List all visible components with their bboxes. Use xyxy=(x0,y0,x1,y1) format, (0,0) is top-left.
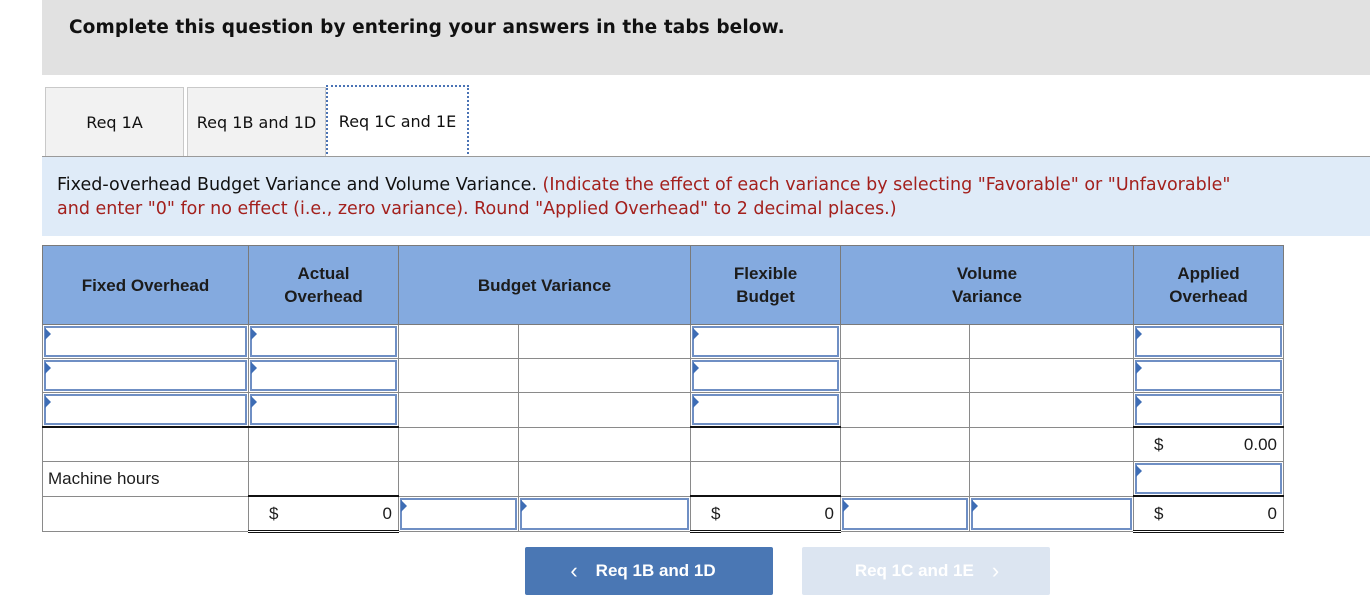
applied-overhead-input[interactable] xyxy=(1135,326,1282,357)
banner-text: Complete this question by entering your … xyxy=(69,17,785,38)
applied-overhead-total: $ 0 xyxy=(1133,495,1284,533)
table-row: $ 0.00 xyxy=(42,426,1284,462)
actual-overhead-total: $ 0 xyxy=(248,495,399,533)
tab-req-1c-1e[interactable]: Req 1C and 1E xyxy=(326,85,469,158)
applied-overhead-subtotal: $ 0.00 xyxy=(1133,426,1284,462)
table-row xyxy=(42,358,1284,393)
instructions-note-2: and enter "0" for no effect (i.e., zero … xyxy=(57,199,897,219)
instructions-title: Fixed-overhead Budget Variance and Volum… xyxy=(57,175,537,195)
currency-symbol: $ xyxy=(269,503,279,523)
overhead-variance-table: Fixed Overhead Actual Overhead Budget Va… xyxy=(42,245,1284,533)
flexible-budget-input[interactable] xyxy=(692,394,839,425)
header-fixed-overhead: Fixed Overhead xyxy=(42,245,249,325)
totals-row: $ 0 $ 0 $ 0 xyxy=(42,495,1284,533)
volume-variance-effect-select[interactable] xyxy=(971,497,1132,530)
budget-variance-effect-cell xyxy=(518,324,691,359)
prev-tab-label: Req 1B and 1D xyxy=(595,561,716,580)
instructions-text: Fixed-overhead Budget Variance and Volum… xyxy=(57,173,1370,221)
header-actual-overhead: Actual Overhead xyxy=(248,245,399,325)
tab-bar: Req 1A Req 1B and 1D Req 1C and 1E xyxy=(42,85,1370,158)
machine-hours-label: Machine hours xyxy=(42,461,249,497)
budget-variance-effect-cell xyxy=(518,392,691,428)
currency-symbol: $ xyxy=(711,503,721,523)
budget-variance-effect-cell xyxy=(518,358,691,393)
budget-variance-amount-cell xyxy=(398,358,519,393)
volume-variance-amount-cell xyxy=(840,392,970,428)
flexible-budget-input[interactable] xyxy=(692,360,839,391)
instructions-panel: Fixed-overhead Budget Variance and Volum… xyxy=(42,157,1370,236)
volume-variance-effect-cell xyxy=(969,358,1134,393)
volume-variance-effect-cell xyxy=(969,392,1134,428)
instructions-note-1: (Indicate the effect of each variance by… xyxy=(542,175,1231,195)
budget-variance-effect-select[interactable] xyxy=(520,497,689,530)
table-row xyxy=(42,324,1284,359)
volume-variance-amount-cell xyxy=(840,324,970,359)
applied-overhead-input[interactable] xyxy=(1135,360,1282,391)
applied-overhead-input[interactable] xyxy=(1135,394,1282,425)
fixed-overhead-input[interactable] xyxy=(44,394,247,425)
budget-variance-amount-cell xyxy=(398,324,519,359)
volume-variance-effect-cell xyxy=(969,324,1134,359)
tab-req-1a[interactable]: Req 1A xyxy=(45,87,184,156)
prev-tab-button[interactable]: ‹ Req 1B and 1D xyxy=(525,547,773,595)
currency-symbol: $ xyxy=(1154,503,1164,523)
tab-req-1b-1d[interactable]: Req 1B and 1D xyxy=(187,87,326,156)
table-row: Machine hours xyxy=(42,461,1284,497)
fixed-overhead-input[interactable] xyxy=(44,326,247,357)
flexible-budget-total-value: 0 xyxy=(824,503,834,523)
question-banner: Complete this question by entering your … xyxy=(42,0,1370,75)
actual-overhead-total-value: 0 xyxy=(382,503,392,523)
volume-variance-total-input[interactable] xyxy=(842,497,968,530)
header-row: Fixed Overhead Actual Overhead Budget Va… xyxy=(42,245,1284,325)
applied-overhead-subtotal-value: 0.00 xyxy=(1243,434,1277,454)
header-budget-variance: Budget Variance xyxy=(398,245,691,325)
chevron-right-icon: › xyxy=(991,558,1000,583)
table-row xyxy=(42,392,1284,428)
next-tab-label: Req 1C and 1E xyxy=(854,561,974,580)
actual-overhead-input[interactable] xyxy=(250,360,397,391)
actual-overhead-input[interactable] xyxy=(250,326,397,357)
budget-variance-total-input[interactable] xyxy=(400,497,517,530)
flexible-budget-input[interactable] xyxy=(692,326,839,357)
budget-variance-amount-cell xyxy=(398,392,519,428)
fixed-overhead-input[interactable] xyxy=(44,360,247,391)
next-tab-button[interactable]: Req 1C and 1E › xyxy=(802,547,1050,595)
applied-machine-hours-input[interactable] xyxy=(1135,463,1282,494)
currency-symbol: $ xyxy=(1154,434,1164,454)
volume-variance-amount-cell xyxy=(840,358,970,393)
header-applied-overhead: Applied Overhead xyxy=(1133,245,1284,325)
header-flexible-budget: Flexible Budget xyxy=(690,245,841,325)
header-volume-variance: Volume Variance xyxy=(840,245,1134,325)
applied-overhead-total-value: 0 xyxy=(1267,503,1277,523)
chevron-left-icon: ‹ xyxy=(570,558,578,583)
flexible-budget-total: $ 0 xyxy=(690,495,841,533)
actual-overhead-input[interactable] xyxy=(250,394,397,425)
